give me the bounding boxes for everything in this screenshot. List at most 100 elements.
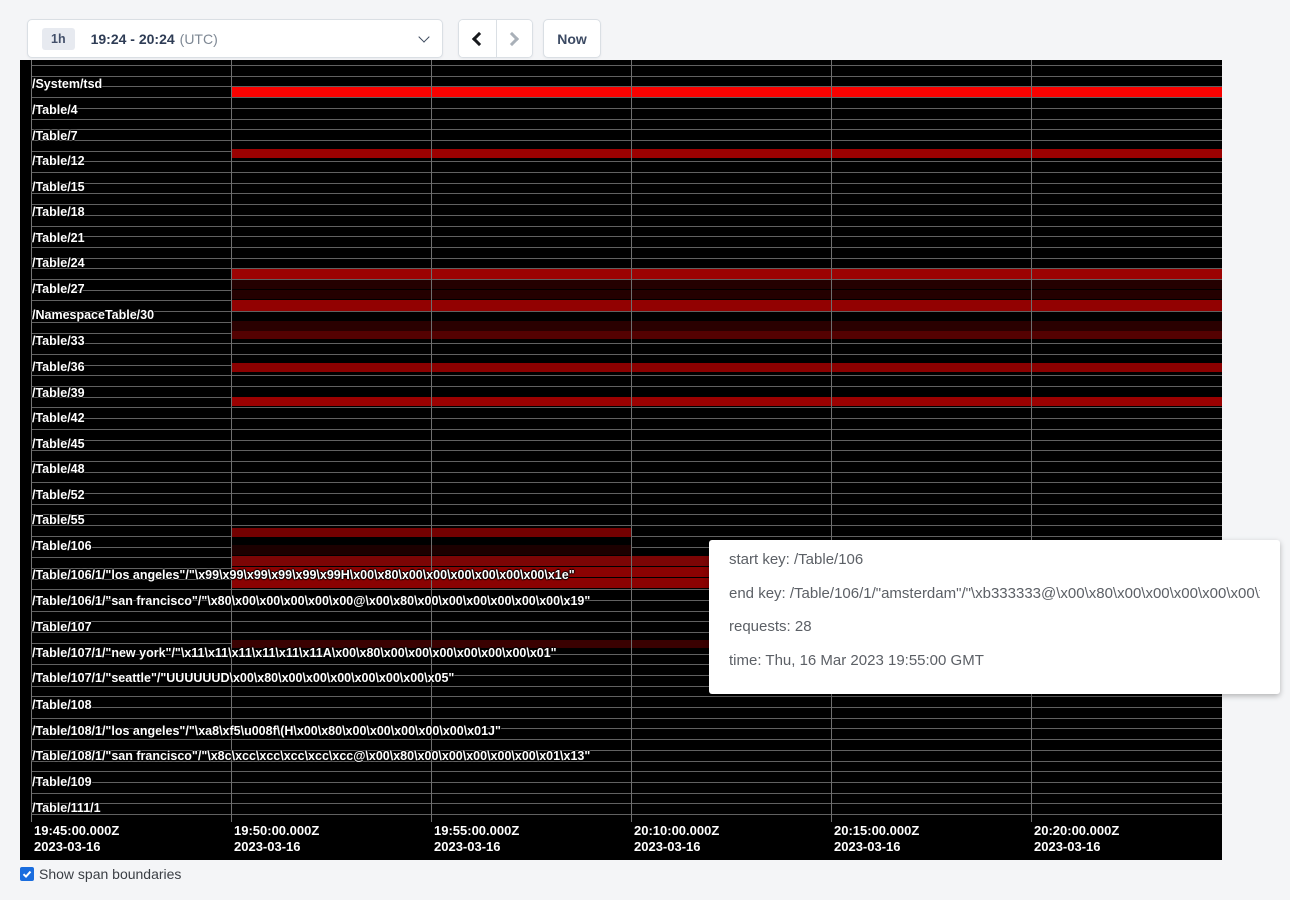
x-axis-date: 2023-03-16: [1034, 839, 1119, 855]
heatmap-bar[interactable]: [231, 321, 1222, 330]
row-label: /Table/48: [32, 462, 85, 476]
heatmap-bar[interactable]: [231, 363, 1222, 372]
x-axis-time: 20:20:00.000Z: [1034, 823, 1119, 839]
span-boundary-line: [31, 236, 1223, 237]
span-boundary-line: [31, 76, 1223, 77]
time-gridline: [231, 60, 232, 822]
row-label: /Table/33: [32, 334, 85, 348]
span-boundary-line: [31, 493, 1223, 494]
row-label: /Table/45: [32, 437, 85, 451]
span-boundary-line: [31, 407, 1223, 408]
row-label: /Table/107: [32, 620, 92, 634]
heatmap-bar[interactable]: [231, 280, 1222, 290]
row-label: /Table/39: [32, 386, 85, 400]
span-boundary-line: [31, 504, 1223, 505]
row-label: /Table/108/1/"san francisco"/"\x8c\xcc\x…: [32, 749, 590, 763]
heatmap-bar[interactable]: [231, 397, 1222, 406]
x-axis-label: 19:50:00.000Z2023-03-16: [234, 823, 319, 854]
x-axis-date: 2023-03-16: [834, 839, 919, 855]
row-label: /Table/106/1/"los angeles"/"\x99\x99\x99…: [32, 568, 575, 582]
footer-controls: Show span boundaries: [20, 866, 181, 882]
row-label: /Table/21: [32, 231, 85, 245]
tooltip-start-key: start key: /Table/106: [729, 550, 1260, 570]
row-label: /Table/12: [32, 154, 85, 168]
row-label: /Table/109: [32, 775, 92, 789]
span-boundary-line: [31, 215, 1223, 216]
x-axis-time: 19:45:00.000Z: [34, 823, 119, 839]
x-axis-label: 19:45:00.000Z2023-03-16: [34, 823, 119, 854]
span-boundary-line: [31, 193, 1223, 194]
row-label: /Table/108: [32, 698, 92, 712]
row-label: /Table/108/1/"los angeles"/"\xa8\xf5\u00…: [32, 724, 501, 738]
time-range-duration-badge: 1h: [42, 28, 75, 50]
span-boundary-line: [31, 696, 1223, 697]
time-range-nav-group: [458, 19, 533, 58]
row-label: /Table/55: [32, 513, 85, 527]
row-label: /Table/24: [32, 256, 85, 270]
span-boundary-line: [31, 440, 1223, 441]
tooltip-time: time: Thu, 16 Mar 2023 19:55:00 GMT: [729, 651, 1260, 671]
span-boundary-line: [31, 311, 1223, 312]
show-span-boundaries-checkbox[interactable]: [20, 867, 34, 881]
row-label: /Table/52: [32, 488, 85, 502]
heatmap-bar[interactable]: [231, 331, 1222, 339]
row-label: /Table/107/1/"seattle"/"UUUUUUD\x00\x80\…: [32, 671, 454, 685]
span-boundary-line: [31, 525, 1223, 526]
span-boundary-line: [31, 97, 1223, 98]
heatmap-bar[interactable]: [231, 87, 1222, 97]
span-boundary-line: [31, 129, 1223, 130]
span-boundary-line: [31, 172, 1223, 173]
key-visualizer-canvas[interactable]: /System/tsd/Table/4/Table/7/Table/12/Tab…: [20, 60, 1222, 860]
span-boundary-line: [31, 161, 1223, 162]
x-axis-time: 20:10:00.000Z: [634, 823, 719, 839]
span-boundary-line: [31, 140, 1223, 141]
time-gridline: [431, 60, 432, 822]
span-boundary-line: [31, 354, 1223, 355]
heatmap-bar[interactable]: [231, 290, 1222, 299]
row-label: /Table/18: [32, 205, 85, 219]
now-button[interactable]: Now: [543, 19, 601, 58]
span-boundary-line: [31, 450, 1223, 451]
x-axis-date: 2023-03-16: [634, 839, 719, 855]
row-label: /Table/27: [32, 282, 85, 296]
row-label: /System/tsd: [32, 77, 102, 91]
time-gridline: [1031, 60, 1032, 822]
row-label: /NamespaceTable/30: [32, 308, 154, 322]
x-axis-time: 19:55:00.000Z: [434, 823, 519, 839]
span-boundary-line: [31, 65, 1223, 66]
x-axis-date: 2023-03-16: [234, 839, 319, 855]
span-boundary-line: [31, 226, 1223, 227]
heatmap-bar[interactable]: [231, 149, 1222, 158]
time-gridline: [831, 60, 832, 822]
x-axis-date: 2023-03-16: [34, 839, 119, 855]
row-label: /Table/106/1/"san francisco"/"\x80\x00\x…: [32, 594, 590, 608]
time-range-select[interactable]: 1h 19:24 - 20:24 (UTC): [27, 19, 443, 58]
time-range-zone: (UTC): [180, 31, 218, 47]
heatmap-bar[interactable]: [231, 269, 1222, 278]
x-axis-time: 20:15:00.000Z: [834, 823, 919, 839]
span-boundary-line: [31, 375, 1223, 376]
x-axis-label: 20:15:00.000Z2023-03-16: [834, 823, 919, 854]
row-label: /Table/106: [32, 539, 92, 553]
tooltip-requests: requests: 28: [729, 617, 1260, 637]
time-range-text: 19:24 - 20:24: [91, 31, 175, 47]
next-range-button[interactable]: [496, 20, 533, 57]
span-boundary-line: [31, 386, 1223, 387]
span-boundary-line: [31, 482, 1223, 483]
row-label: /Table/42: [32, 411, 85, 425]
heatmap-bar[interactable]: [231, 300, 1222, 311]
x-axis-label: 20:10:00.000Z2023-03-16: [634, 823, 719, 854]
time-gridline: [631, 60, 632, 822]
span-boundary-line: [31, 739, 1223, 740]
span-boundary-line: [31, 418, 1223, 419]
x-axis-time: 19:50:00.000Z: [234, 823, 319, 839]
span-boundary-line: [31, 247, 1223, 248]
row-label: /Table/107/1/"new york"/"\x11\x11\x11\x1…: [32, 646, 557, 660]
row-label: /Table/15: [32, 180, 85, 194]
prev-range-button[interactable]: [459, 20, 496, 57]
span-boundary-line: [31, 718, 1223, 719]
x-axis-label: 20:20:00.000Z2023-03-16: [1034, 823, 1119, 854]
span-boundary-line: [31, 472, 1223, 473]
chevron-right-icon: [505, 31, 519, 45]
span-boundary-line: [31, 771, 1223, 772]
